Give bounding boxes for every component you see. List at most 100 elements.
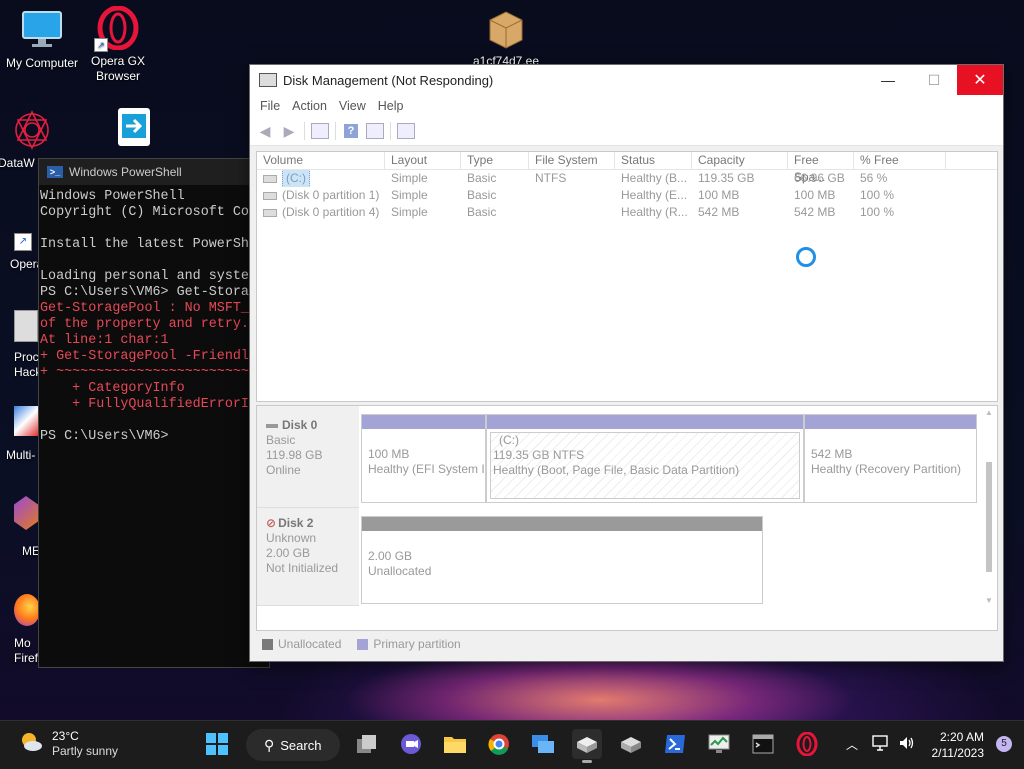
partition-c-drive[interactable]: (C:) 119.35 GB NTFS Healthy (Boot, Page …	[486, 414, 804, 503]
maximize-button[interactable]: ☐	[911, 65, 957, 95]
notification-badge[interactable]: 5	[996, 736, 1012, 752]
partition-bar	[362, 415, 485, 429]
terminal-button[interactable]	[748, 729, 778, 759]
cell-free-space: 542 MB	[794, 205, 836, 219]
chat-button[interactable]	[396, 729, 426, 759]
loading-spinner-icon	[796, 247, 816, 267]
desktop-icon-opera[interactable]: ↗ Opera	[10, 233, 43, 271]
desktop-icon-multi[interactable]: Multi-	[6, 406, 40, 462]
partition-unallocated[interactable]: 2.00 GB Unallocated	[361, 516, 763, 604]
minimize-button[interactable]: —	[865, 65, 911, 95]
column-type[interactable]: Type	[461, 152, 529, 169]
back-arrow-icon[interactable]: ◀	[256, 123, 274, 139]
powershell-titlebar[interactable]: >_ Windows PowerShell	[39, 159, 269, 185]
desktop-icon-file[interactable]: a1cf74d7.ee	[464, 6, 548, 69]
forward-arrow-icon[interactable]: ▶	[280, 123, 298, 139]
column-percent-free[interactable]: % Free	[854, 152, 946, 169]
disk-icon	[266, 423, 278, 428]
drive-icon	[263, 174, 277, 183]
desktop-icon-me[interactable]: ME	[14, 496, 40, 558]
cell-status: Healthy (B...	[621, 171, 688, 185]
column-capacity[interactable]: Capacity	[692, 152, 788, 169]
scroll-up-icon[interactable]: ▲	[985, 408, 993, 417]
menu-view[interactable]: View	[335, 99, 374, 113]
partition-efi[interactable]: 100 MB Healthy (EFI System I	[361, 414, 486, 503]
network-icon[interactable]	[872, 734, 890, 755]
desktop-icon-opera-gx[interactable]: ↗ Opera GX Browser	[76, 5, 160, 84]
package-icon	[484, 6, 528, 50]
search-button[interactable]: ⚲ Search	[246, 729, 340, 761]
system-monitor-icon	[708, 734, 730, 753]
volume-row[interactable]: (Disk 0 partition 1) Simple Basic Healthy (…	[257, 187, 997, 204]
menu-action[interactable]: Action	[288, 99, 335, 113]
properties-icon[interactable]	[311, 123, 329, 139]
scrollbar-thumb[interactable]	[986, 462, 992, 572]
show-hidden-icons-button[interactable]: ︿	[846, 736, 858, 753]
partition-bar	[805, 415, 976, 429]
disk-management-window[interactable]: Disk Management (Not Responding) — ☐ ✕ F…	[249, 64, 1004, 662]
clock[interactable]: 2:20 AM 2/11/2023	[932, 729, 985, 761]
weather-description: Partly sunny	[52, 744, 119, 758]
system-monitor-button[interactable]	[704, 729, 734, 759]
partition-size: 100 MB	[368, 447, 410, 461]
cell-volume: (Disk 0 partition 1)	[257, 187, 385, 204]
cell-file-system: NTFS	[535, 171, 567, 185]
search-icon: ⚲	[264, 736, 275, 753]
column-volume[interactable]: Volume	[257, 152, 385, 169]
list-view-icon[interactable]	[366, 123, 384, 139]
volume-list[interactable]: Volume Layout Type File System Status Ca…	[256, 151, 998, 402]
disk-management-2-button[interactable]	[616, 729, 646, 759]
column-file-system[interactable]: File System	[529, 152, 615, 169]
disk-row-disk-2: ⊘ Disk 2 Unknown 2.00 GB Not Initialized …	[257, 508, 985, 606]
cell-file-system	[529, 204, 615, 221]
cell-percent-free: 100 %	[860, 205, 895, 219]
clock-time: 2:20 AM	[939, 730, 984, 744]
disk-management-titlebar[interactable]: Disk Management (Not Responding) — ☐ ✕	[250, 65, 1003, 95]
warning-disk-icon: ⊘	[266, 516, 277, 530]
desktop-icon-my-computer[interactable]: My Computer	[0, 8, 84, 71]
disk-label-disk-0[interactable]: Disk 0 Basic 119.98 GB Online	[257, 406, 359, 508]
volume-name: (Disk 0 partition 1)	[282, 188, 380, 202]
disk-label-disk-2[interactable]: ⊘ Disk 2 Unknown 2.00 GB Not Initialized	[257, 508, 359, 606]
volume-row[interactable]: (Disk 0 partition 4) Simple Basic Healthy (…	[257, 204, 997, 221]
disk-management-icon	[259, 73, 277, 87]
opera-gx-taskbar-button[interactable]	[792, 729, 822, 759]
help-icon[interactable]: ?	[342, 123, 360, 139]
column-status[interactable]: Status	[615, 152, 692, 169]
disk-map[interactable]: Disk 0 Basic 119.98 GB Online 100 MB Hea…	[256, 405, 998, 631]
remote-desktop-button[interactable]	[528, 729, 558, 759]
cell-volume: (Disk 0 partition 4)	[257, 204, 385, 221]
toolbar-separator	[304, 122, 305, 140]
weather-widget[interactable]: 23°C Partly sunny	[18, 729, 118, 759]
scroll-down-icon[interactable]: ▼	[985, 596, 993, 605]
powershell-window[interactable]: >_ Windows PowerShell Windows PowerShell…	[38, 158, 270, 668]
powershell-console[interactable]: Windows PowerShell Copyright (C) Microsof…	[39, 185, 269, 445]
powershell-taskbar-button[interactable]	[660, 729, 690, 759]
desktop-icon-process-hacker[interactable]: Proc Hack	[14, 310, 41, 380]
desktop-icon-app[interactable]	[92, 104, 176, 152]
disk-map-scrollbar[interactable]: ▲ ▼	[983, 406, 995, 606]
disk-management-taskbar-button[interactable]	[572, 729, 602, 763]
volume-icon[interactable]	[898, 734, 916, 755]
cell-capacity: 542 MB	[698, 205, 740, 219]
column-layout[interactable]: Layout	[385, 152, 461, 169]
chrome-button[interactable]	[484, 729, 514, 759]
disk-name: Disk 0	[282, 418, 318, 432]
menu-file[interactable]: File	[256, 99, 288, 113]
column-free-space[interactable]: Free Spa...	[788, 152, 854, 184]
file-explorer-button[interactable]	[440, 729, 470, 759]
powershell-title: Windows PowerShell	[69, 165, 182, 179]
volume-row[interactable]: (C:) Simple Basic NTFS Healthy (B... 119.35 G…	[257, 170, 997, 187]
cell-free-space: 66.96 GB	[794, 171, 845, 185]
partition-recovery[interactable]: 542 MB Healthy (Recovery Partition)	[804, 414, 977, 503]
task-view-button[interactable]	[352, 729, 382, 759]
menu-help[interactable]: Help	[374, 99, 412, 113]
toolbar-separator	[335, 122, 336, 140]
opera-gx-icon	[796, 732, 818, 756]
close-button[interactable]: ✕	[957, 65, 1003, 95]
disk-row-disk-0: Disk 0 Basic 119.98 GB Online 100 MB Hea…	[257, 406, 985, 508]
start-button[interactable]	[202, 729, 232, 759]
partition-bar	[362, 517, 762, 531]
console-line: Get-StoragePool : No MSFT_S	[40, 301, 257, 316]
console-icon[interactable]	[397, 123, 415, 139]
